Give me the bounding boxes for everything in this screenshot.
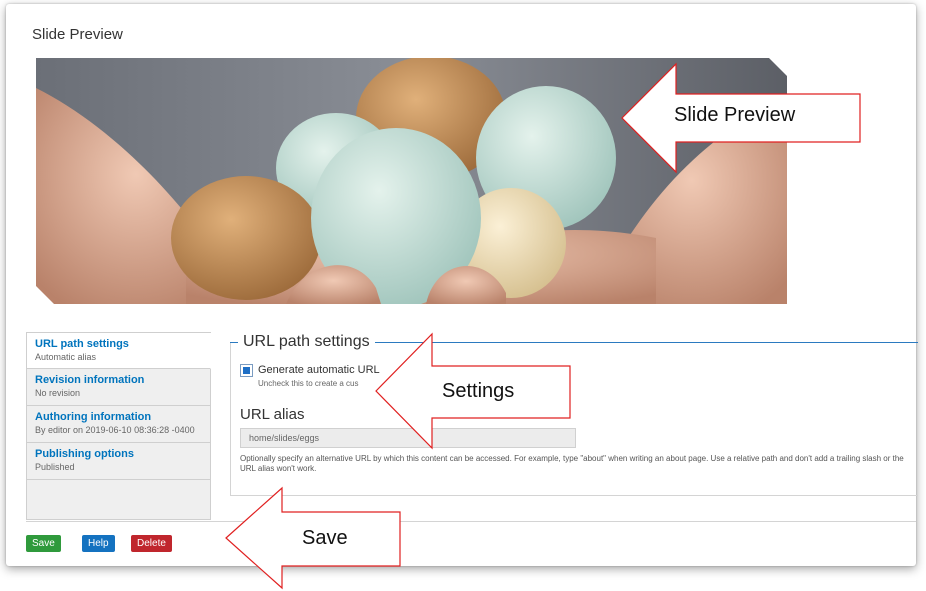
settings-callout-text: Settings <box>442 380 515 402</box>
tab-revision-information[interactable]: Revision information No revision <box>27 369 210 406</box>
actions-divider <box>26 521 916 522</box>
help-button[interactable]: Help <box>82 535 115 552</box>
tab-title: Revision information <box>35 374 145 386</box>
tab-authoring-information[interactable]: Authoring information By editor on 2019-… <box>27 406 210 443</box>
url-path-settings-pane: URL path settings Generate automatic URL… <box>230 333 918 496</box>
generate-url-label[interactable]: Generate automatic URL <box>258 364 380 376</box>
tab-summary: Automatic alias <box>35 352 97 362</box>
tab-title: Publishing options <box>35 448 134 460</box>
vertical-tabs: URL path settings Automatic alias Revisi… <box>26 332 211 520</box>
save-button[interactable]: Save <box>26 535 61 552</box>
slide-preview-callout-text: Slide Preview <box>674 104 796 126</box>
tab-title: Authoring information <box>35 411 152 423</box>
delete-button[interactable]: Delete <box>131 535 172 552</box>
url-alias-help-text: Optionally specify an alternative URL by… <box>240 454 904 473</box>
page-title: Slide Preview <box>32 26 123 43</box>
generate-url-description: Uncheck this to create a cus <box>258 379 359 388</box>
tab-url-path-settings[interactable]: URL path settings Automatic alias <box>27 333 211 369</box>
tab-title: URL path settings <box>35 338 129 350</box>
url-alias-label: URL alias <box>240 406 305 423</box>
tab-publishing-options[interactable]: Publishing options Published <box>27 443 210 480</box>
tab-summary: No revision <box>35 388 81 398</box>
generate-url-checkbox[interactable] <box>240 364 253 377</box>
tab-summary: By editor on 2019-06-10 08:36:28 -0400 <box>35 425 195 435</box>
fieldset-legend: URL path settings <box>238 333 375 351</box>
tab-summary: Published <box>35 462 75 472</box>
save-callout-text: Save <box>302 527 348 549</box>
